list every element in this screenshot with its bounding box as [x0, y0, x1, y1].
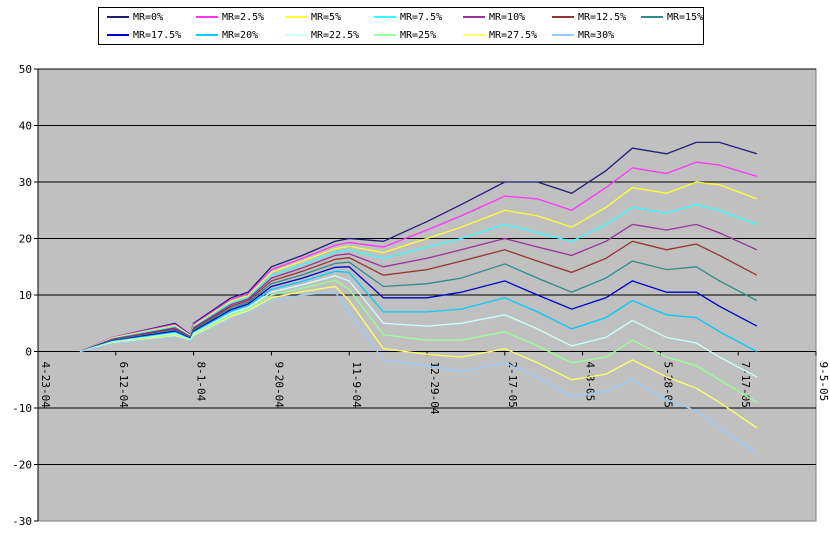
y-tick-label: 50: [19, 63, 32, 76]
x-tick-label: 5-28-05: [661, 362, 674, 408]
y-tick-label: -10: [12, 402, 32, 415]
plot-area: -30 -20 -10 0 10 20 30 40 50 4-23-04 6-12-04 8-1-04…: [12, 63, 830, 528]
y-tick-label: -30: [12, 515, 32, 528]
y-tick-label: -20: [12, 459, 32, 472]
y-tick-label: 30: [19, 176, 32, 189]
y-tick-label: 0: [25, 346, 32, 359]
x-tick-label: 4-23-04: [39, 362, 52, 409]
x-tick-label: 9-5-05: [817, 362, 830, 402]
y-tick-label: 40: [19, 120, 32, 133]
y-tick-label: 10: [19, 289, 32, 302]
x-tick-label: 6-12-04: [117, 362, 130, 409]
x-tick-label: 4-8-05: [584, 362, 597, 402]
y-tick-label: 20: [19, 233, 32, 246]
x-tick-label: 12-29-04: [428, 362, 441, 415]
x-tick-label: 8-1-04: [195, 362, 208, 402]
x-tick-label: 9-20-04: [272, 362, 285, 409]
x-tick-label: 11-9-04: [350, 362, 363, 409]
chart: MR=0% MR=2.5% MR=5% MR=7.5% MR=10% MR=12.5% MR…: [0, 0, 830, 534]
